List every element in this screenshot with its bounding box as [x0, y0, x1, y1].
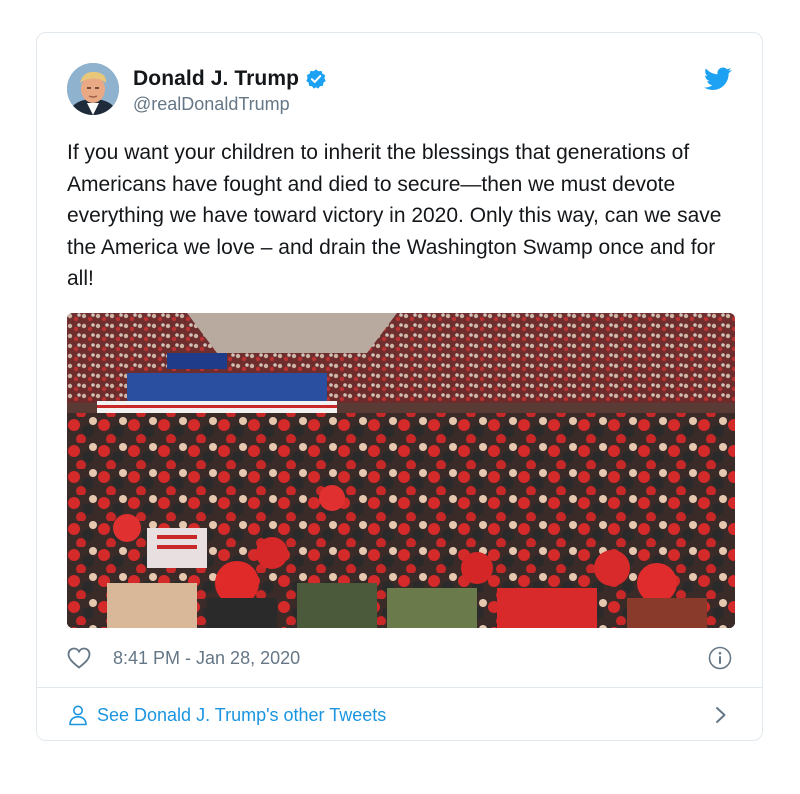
- tweet-meta: 8:41 PM - Jan 28, 2020: [67, 643, 732, 673]
- handle[interactable]: @realDonaldTrump: [133, 94, 327, 115]
- twitter-bird-icon[interactable]: [704, 67, 732, 91]
- display-name[interactable]: Donald J. Trump: [133, 67, 299, 91]
- tweet-header: Donald J. Trump @realDonaldTrump: [67, 63, 732, 117]
- display-name-row: Donald J. Trump: [133, 67, 327, 91]
- person-icon: [67, 704, 89, 726]
- chevron-right-icon: [714, 705, 728, 725]
- author-names: Donald J. Trump @realDonaldTrump: [133, 67, 327, 115]
- heart-icon[interactable]: [67, 647, 91, 669]
- other-tweets-label: See Donald J. Trump's other Tweets: [97, 704, 387, 725]
- other-tweets-link[interactable]: See Donald J. Trump's other Tweets: [67, 688, 732, 740]
- tweet-photo[interactable]: [67, 313, 735, 628]
- avatar[interactable]: [67, 63, 119, 115]
- verified-badge-icon: [305, 68, 327, 90]
- tweet-card[interactable]: Donald J. Trump @realDonaldTrump If you …: [36, 32, 763, 741]
- info-icon[interactable]: [708, 646, 732, 670]
- timestamp[interactable]: 8:41 PM - Jan 28, 2020: [113, 648, 300, 669]
- tweet-text: If you want your children to inherit the…: [67, 141, 722, 290]
